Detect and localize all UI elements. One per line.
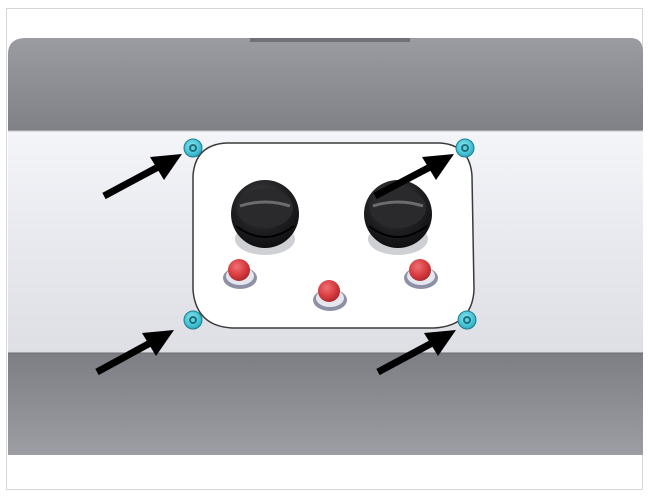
screw-top-right-icon	[455, 138, 475, 158]
screw-bottom-left-icon	[183, 310, 203, 330]
knob-left-icon	[231, 180, 299, 255]
screw-top-left-icon	[183, 138, 203, 158]
device-illustration	[8, 38, 643, 455]
screw-bottom-right-icon	[457, 310, 477, 330]
knob-right-icon	[364, 180, 432, 255]
